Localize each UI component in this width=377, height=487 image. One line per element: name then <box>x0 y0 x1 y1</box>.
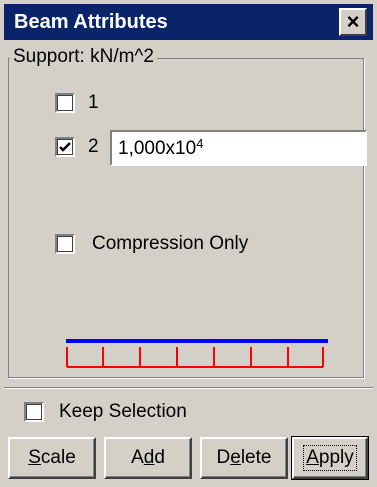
elastic-support <box>66 347 324 368</box>
compression-only-checkbox[interactable] <box>55 234 75 254</box>
delete-button-label: Delete <box>216 447 272 468</box>
close-button[interactable]: × <box>339 8 367 36</box>
add-button-label: Add <box>131 447 165 468</box>
support-2-value-input[interactable]: 1,000x104 <box>110 130 367 166</box>
separator <box>4 387 373 389</box>
scale-button[interactable]: Scale <box>8 437 96 479</box>
add-button[interactable]: Add <box>104 437 192 479</box>
close-icon: × <box>346 9 360 34</box>
apply-button[interactable]: Apply <box>291 436 369 480</box>
apply-button-label: Apply <box>303 445 357 471</box>
title-bar[interactable]: Beam Attributes × <box>4 4 373 40</box>
support-1-checkbox[interactable] <box>55 93 75 113</box>
keep-selection-checkbox[interactable] <box>24 402 44 422</box>
support-2-label: 2 <box>88 136 99 157</box>
delete-button[interactable]: Delete <box>200 437 288 479</box>
beam-attributes-dialog: Beam Attributes × Support: kN/m^2 1 2 1,… <box>0 0 377 487</box>
scale-button-label: Scale <box>28 447 76 468</box>
window-title: Beam Attributes <box>14 11 168 33</box>
beam-support-diagram <box>66 339 328 368</box>
checkmark-icon <box>59 142 71 152</box>
support-2-checkbox[interactable] <box>55 137 75 157</box>
support-2-value-base: 1,000x10 <box>118 138 197 159</box>
compression-only-label: Compression Only <box>92 233 249 254</box>
support-2-value-exponent: 4 <box>196 136 204 151</box>
keep-selection-label: Keep Selection <box>59 401 187 422</box>
support-1-label: 1 <box>88 92 99 113</box>
support-group-title: Support: kN/m^2 <box>10 44 157 70</box>
